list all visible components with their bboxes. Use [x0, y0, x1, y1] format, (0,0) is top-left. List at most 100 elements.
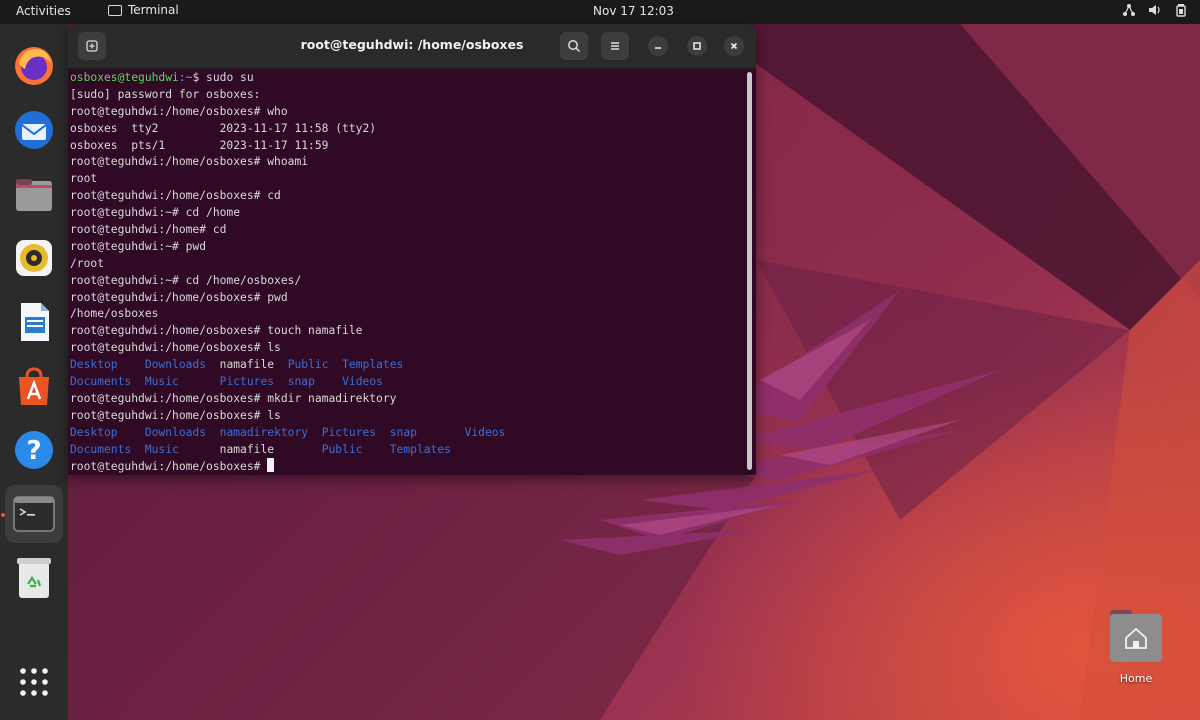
ls-directory-entry: Music — [144, 375, 179, 389]
house-icon — [1125, 627, 1147, 649]
line-text: root@teguhdwi:/home/osboxes# cd — [70, 189, 281, 203]
home-desktop-icon[interactable]: Home — [1106, 610, 1166, 690]
line-text: root@teguhdwi:/home# cd — [70, 223, 227, 237]
ls-entry — [274, 443, 322, 456]
terminal-line: root@teguhdwi:/home/osboxes# cd — [70, 188, 740, 205]
ls-directory-entry: Documents — [70, 442, 132, 456]
ls-entry — [118, 358, 145, 371]
ls-directory-entry: snap — [389, 425, 417, 439]
ls-directory-entry: Downloads — [144, 425, 207, 439]
terminal-window[interactable]: root@teguhdwi: /home/osboxes osboxes@teg… — [68, 24, 756, 475]
terminal-line: /root — [70, 256, 740, 273]
menu-button[interactable] — [601, 32, 629, 60]
ls-entry: namafile — [219, 442, 275, 456]
trash-icon — [17, 558, 51, 598]
ls-directory-entry: Public — [321, 442, 363, 456]
line-text: osboxes tty2 2023-11-17 11:58 (tty2) — [70, 121, 377, 135]
terminal-headerbar[interactable]: root@teguhdwi: /home/osboxes — [68, 24, 756, 69]
terminal-line: /home/osboxes — [70, 306, 740, 323]
close-button[interactable] — [724, 36, 744, 56]
thunderbird-icon — [15, 111, 53, 149]
app-menu[interactable]: Terminal — [108, 3, 179, 17]
line-text: root@teguhdwi:~# cd /home — [70, 206, 241, 220]
ls-entry — [308, 426, 322, 439]
ls-directory-entry: Pictures — [219, 375, 275, 389]
ls-directory-entry: Public — [287, 358, 329, 372]
firefox-icon — [15, 47, 53, 85]
prompt-user: osboxes@teguhdwi — [70, 71, 179, 84]
top-bar: Activities Terminal Nov 17 12:03 — [0, 0, 1200, 24]
ls-entry — [329, 358, 343, 371]
writer-launcher[interactable] — [10, 298, 58, 346]
line-text: root@teguhdwi:~# cd /home/osboxes/ — [70, 273, 302, 287]
line-text: root@teguhdwi:/home/osboxes# whoami — [70, 155, 309, 169]
line-text: /home/osboxes — [70, 307, 159, 321]
ls-entry — [417, 426, 465, 439]
terminal-line: [sudo] password for osboxes: — [70, 87, 740, 104]
trash-launcher[interactable] — [10, 554, 58, 602]
network-icon — [1122, 3, 1136, 17]
thunderbird-launcher[interactable] — [10, 106, 58, 154]
clock[interactable]: Nov 17 12:03 — [593, 4, 674, 18]
terminal-line: osboxes@teguhdwi:~$ sudo su — [70, 70, 740, 87]
rhythmbox-launcher[interactable] — [10, 234, 58, 282]
minimize-icon — [655, 47, 661, 49]
activities-button[interactable]: Activities — [16, 4, 71, 18]
system-status-area[interactable] — [1122, 3, 1188, 17]
ls-entry — [363, 443, 390, 456]
ls-directory-entry: Documents — [70, 375, 132, 389]
line-text: root@teguhdwi:/home/osboxes# pwd — [70, 290, 288, 304]
line-text: root@teguhdwi:/home/osboxes# touch namaf… — [70, 324, 363, 338]
terminal-line: root@teguhdwi:/home/osboxes# ls — [70, 408, 740, 425]
ls-entry — [206, 426, 220, 439]
search-button[interactable] — [560, 32, 588, 60]
ls-entry — [274, 358, 288, 371]
terminal-line: root@teguhdwi:/home/osboxes# whoami — [70, 154, 740, 171]
svg-text:?: ? — [26, 436, 41, 466]
line-text: root@teguhdwi:~# pwd — [70, 239, 207, 253]
ls-entry — [315, 375, 342, 388]
terminal-line: root@teguhdwi:/home/osboxes# ls — [70, 340, 740, 357]
ls-entry — [274, 375, 288, 388]
line-text: root@teguhdwi:/home/osboxes# ls — [70, 341, 281, 355]
files-launcher[interactable] — [10, 170, 58, 218]
rhythmbox-icon — [16, 240, 52, 276]
text-cursor — [267, 458, 275, 473]
ls-directory-entry: Pictures — [321, 425, 377, 439]
terminal-line: root@teguhdwi:~# cd /home — [70, 205, 740, 222]
terminal-line: root@teguhdwi:~# cd /home/osboxes/ — [70, 273, 740, 290]
battery-icon — [1174, 3, 1188, 17]
close-icon — [730, 42, 738, 50]
ls-directory-entry: Templates — [389, 442, 451, 456]
ls-directory-entry: Music — [144, 442, 179, 456]
maximize-button[interactable] — [687, 36, 707, 56]
ls-entry — [131, 375, 145, 388]
terminal-line: root@teguhdwi:/home/osboxes# — [70, 458, 740, 475]
terminal-launcher[interactable] — [5, 485, 63, 543]
ls-entry: namafile — [219, 358, 275, 372]
ls-directory-entry: Downloads — [144, 358, 207, 372]
maximize-icon — [693, 42, 701, 50]
firefox-launcher[interactable] — [10, 42, 58, 90]
line-text: root@teguhdwi:/home/osboxes# who — [70, 104, 288, 118]
terminal-line: Documents Music Pictures snap Videos — [70, 374, 740, 391]
line-text: root — [70, 172, 98, 186]
terminal-line: Documents Music namafile Public Template… — [70, 442, 740, 459]
line-text: root@teguhdwi:/home/osboxes# mkdir namad… — [70, 391, 397, 405]
help-launcher[interactable]: ? — [10, 426, 58, 474]
minimize-button[interactable] — [648, 36, 668, 56]
terminal-line: root@teguhdwi:~# pwd — [70, 239, 740, 256]
running-indicator — [1, 513, 5, 517]
line-text: $ sudo su — [192, 71, 254, 84]
terminal-output[interactable]: osboxes@teguhdwi:~$ sudo su [sudo] passwo… — [70, 70, 740, 473]
help-icon: ? — [15, 431, 53, 469]
home-label: Home — [1119, 672, 1153, 685]
show-apps-button[interactable] — [10, 658, 58, 706]
app-menu-label: Terminal — [128, 3, 179, 17]
hamburger-menu-icon — [611, 42, 619, 50]
terminal-scrollbar[interactable] — [747, 72, 752, 470]
files-icon — [16, 179, 52, 211]
line-text: [sudo] password for osboxes: — [70, 87, 261, 101]
line-text: osboxes pts/1 2023-11-17 11:59 — [70, 138, 329, 152]
app-center-launcher[interactable] — [10, 362, 58, 410]
